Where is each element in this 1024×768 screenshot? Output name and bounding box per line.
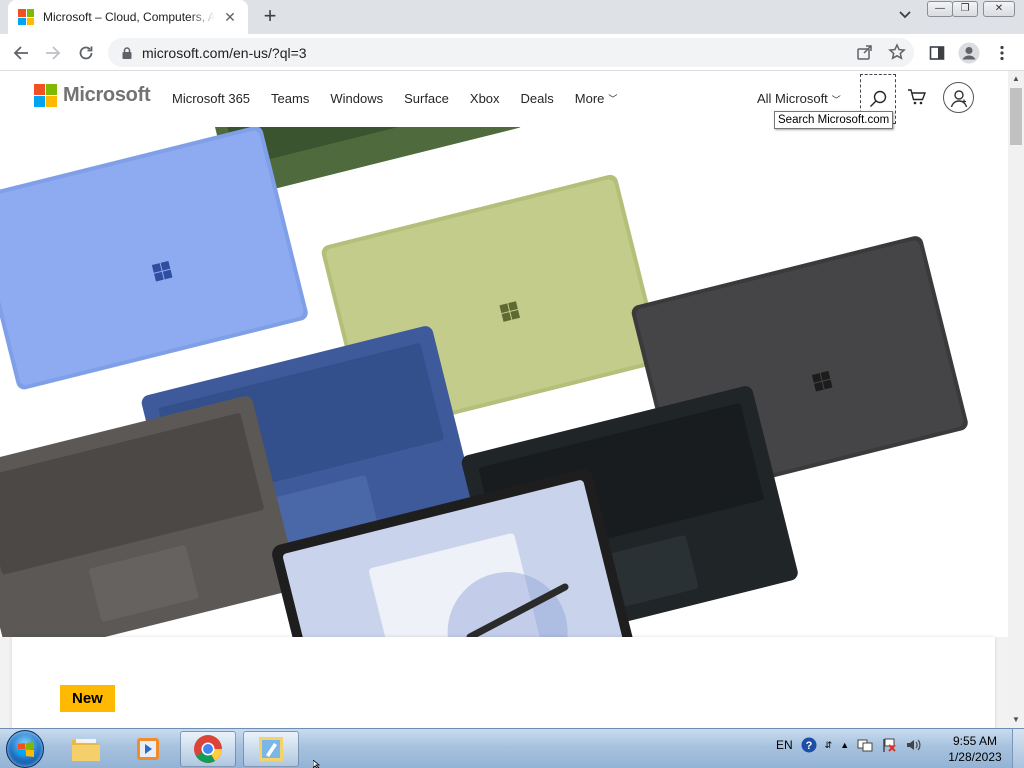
nav-windows[interactable]: Windows — [330, 91, 383, 106]
nav-xbox[interactable]: Xbox — [470, 91, 500, 106]
start-button[interactable] — [6, 730, 44, 768]
all-microsoft-menu[interactable]: All Microsoft ﹀ — [757, 91, 841, 106]
chevron-down-icon: ﹀ — [608, 94, 618, 104]
forward-arrow-icon — [46, 46, 61, 60]
address-bar[interactable]: microsoft.com/en-us/?ql=3 — [108, 38, 914, 67]
site-header: Microsoft Microsoft 365 Teams Windows Su… — [0, 71, 1008, 129]
nav-surface[interactable]: Surface — [404, 91, 449, 106]
tab-strip: Microsoft – Cloud, Computers, Apps & Gam… — [0, 0, 1024, 34]
minimize-button[interactable]: — — [927, 1, 953, 17]
kebab-menu-icon — [1000, 45, 1004, 61]
share-icon[interactable] — [856, 43, 874, 61]
microsoft-logo-icon — [34, 84, 57, 107]
browser-tab[interactable]: Microsoft – Cloud, Computers, Apps & Gam… — [8, 0, 248, 34]
new-tab-button[interactable]: + — [258, 5, 282, 29]
clock-date: 1/28/2023 — [948, 750, 1002, 764]
language-indicator[interactable]: EN — [776, 738, 793, 752]
mouse-cursor-icon — [313, 760, 321, 768]
main-nav: Microsoft 365 Teams Windows Surface Xbox… — [172, 91, 638, 106]
back-arrow-icon — [13, 46, 28, 60]
nav-teams[interactable]: Teams — [271, 91, 309, 106]
browser-menu-button[interactable] — [990, 41, 1014, 65]
reload-button[interactable] — [73, 40, 99, 66]
forward-button[interactable] — [40, 40, 66, 66]
account-button[interactable] — [943, 82, 974, 113]
promo-card: New — [12, 637, 995, 728]
show-desktop-button[interactable] — [1012, 729, 1024, 768]
cart-icon — [908, 89, 927, 105]
help-icon[interactable]: ? — [801, 737, 817, 753]
folder-icon — [72, 739, 100, 761]
new-badge: New — [60, 685, 115, 712]
address-url[interactable]: microsoft.com/en-us/?ql=3 — [142, 45, 307, 61]
search-tooltip: Search Microsoft.com — [774, 111, 894, 129]
action-center-flag-icon[interactable] — [881, 737, 897, 753]
side-panel-button[interactable] — [925, 41, 949, 65]
grey-keyboard — [0, 396, 298, 660]
lock-icon[interactable] — [120, 46, 134, 60]
logo-text: Microsoft — [63, 84, 151, 106]
web-page: Microsoft Microsoft 365 Teams Windows Su… — [0, 71, 1008, 728]
tray-options-icon[interactable]: ⇵ — [825, 740, 833, 751]
back-button[interactable] — [8, 40, 34, 66]
sidebar-icon — [929, 46, 945, 60]
nav-deals[interactable]: Deals — [521, 91, 554, 106]
star-icon[interactable] — [888, 43, 906, 61]
profile-icon — [958, 42, 980, 64]
taskbar-explorer[interactable] — [58, 731, 114, 767]
taskbar-chrome[interactable] — [180, 731, 236, 767]
close-window-button[interactable]: ✕ — [983, 1, 1015, 17]
profile-button[interactable] — [957, 41, 981, 65]
chrome-icon — [194, 735, 222, 763]
blue-tablet — [0, 126, 308, 390]
media-player-icon — [137, 738, 159, 760]
microsoft-favicon-icon — [18, 9, 34, 25]
taskbar-paint[interactable] — [243, 731, 299, 767]
show-hidden-icons-icon[interactable]: ▲ — [840, 740, 849, 750]
taskbar-media-player[interactable] — [120, 731, 176, 767]
tab-search-chevron-icon[interactable] — [895, 7, 915, 27]
windows-taskbar: EN ? ⇵ ▲ 9:55 AM 1/28/2023 — [0, 728, 1024, 768]
browser-toolbar: microsoft.com/en-us/?ql=3 — [0, 34, 1024, 71]
windows-logo-icon — [18, 742, 34, 757]
scroll-thumb[interactable] — [1010, 88, 1022, 145]
reload-icon — [79, 46, 93, 60]
chevron-down-icon: ﹀ — [831, 95, 841, 105]
restore-button[interactable]: ❐ — [952, 1, 978, 17]
surface-devices-hero-image — [0, 71, 968, 728]
system-tray: EN ? ⇵ ▲ — [776, 737, 921, 753]
volume-icon[interactable] — [905, 737, 921, 753]
hero-banner[interactable] — [0, 71, 1008, 728]
paint-icon — [259, 737, 283, 761]
network-icon[interactable] — [857, 737, 873, 753]
scroll-down-arrow-icon[interactable]: ▼ — [1008, 712, 1024, 728]
tab-close-icon[interactable]: ✕ — [222, 9, 238, 26]
nav-more-label: More — [574, 91, 605, 106]
svg-text:?: ? — [805, 740, 812, 752]
tab-title: Microsoft – Cloud, Computers, Apps & Gam… — [43, 10, 215, 24]
taskbar-clock[interactable]: 9:55 AM 1/28/2023 — [940, 733, 1010, 765]
search-icon — [870, 90, 887, 107]
nav-microsoft-365[interactable]: Microsoft 365 — [172, 91, 250, 106]
microsoft-logo[interactable]: Microsoft — [34, 84, 151, 107]
cart-button[interactable] — [907, 87, 927, 112]
page-scrollbar[interactable]: ▲ ▼ — [1008, 71, 1024, 728]
nav-more[interactable]: More ﹀ — [575, 91, 618, 106]
scroll-up-arrow-icon[interactable]: ▲ — [1008, 71, 1024, 87]
account-icon — [950, 89, 967, 107]
all-microsoft-label: All Microsoft — [757, 91, 828, 106]
clock-time: 9:55 AM — [952, 734, 998, 748]
